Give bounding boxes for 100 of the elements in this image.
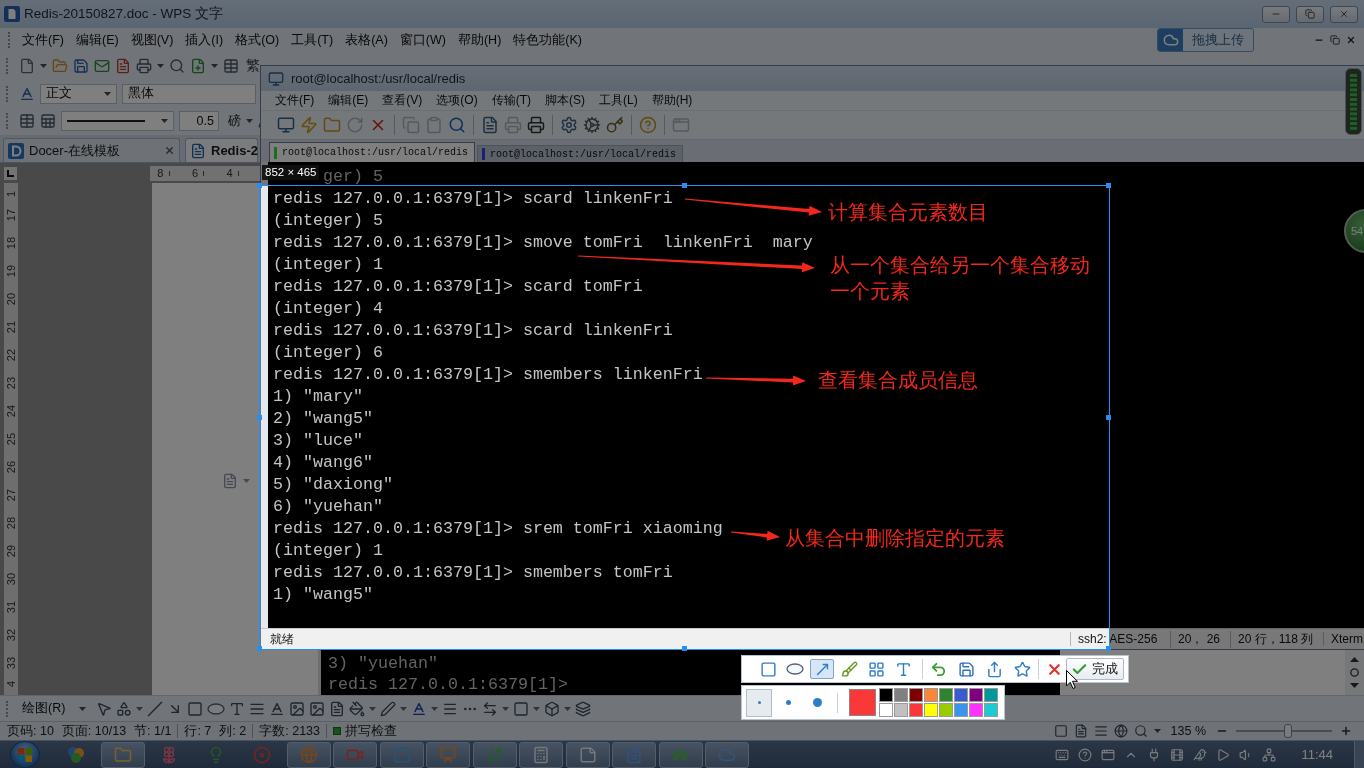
document-tab[interactable]: Redis-2 <box>185 138 258 162</box>
document-plus-icon[interactable] <box>190 58 206 74</box>
swatch-icon[interactable] <box>969 703 983 717</box>
text-icon[interactable] <box>229 700 246 717</box>
tab-stop-icon[interactable] <box>4 166 17 180</box>
table-icon[interactable] <box>19 113 35 129</box>
resize-handle[interactable] <box>1106 414 1111 420</box>
caret-icon[interactable] <box>400 706 408 711</box>
menu-item[interactable]: 帮助(H) <box>644 92 700 109</box>
view-icon[interactable] <box>1053 724 1068 738</box>
taskbar-button[interactable] <box>472 741 517 768</box>
pen-size-button[interactable] <box>746 688 772 717</box>
text-style-icon[interactable] <box>19 85 35 102</box>
folder-icon[interactable] <box>323 116 341 134</box>
menu-item[interactable]: 编辑(E) <box>321 92 376 109</box>
close-icon[interactable] <box>164 145 175 156</box>
line-icon[interactable] <box>147 700 164 717</box>
swatch-icon[interactable] <box>984 703 998 717</box>
arrow-style-icon[interactable] <box>482 700 499 717</box>
menu-item[interactable]: 传输(T) <box>484 92 538 109</box>
caret-icon[interactable] <box>243 479 250 483</box>
caret-icon[interactable] <box>431 706 439 711</box>
shapes-icon[interactable] <box>116 700 133 717</box>
caret-icon[interactable] <box>211 64 218 68</box>
current-swatch-icon[interactable] <box>849 689 876 716</box>
close-icon[interactable] <box>1339 9 1349 19</box>
line-style-dropdown[interactable] <box>61 111 174 131</box>
document-tab[interactable]: Docer-在线模板 <box>3 138 180 162</box>
swatch-icon[interactable] <box>909 688 923 702</box>
close-icon[interactable] <box>1346 35 1356 45</box>
restore-icon[interactable] <box>1305 9 1315 19</box>
save-icon[interactable] <box>958 660 975 678</box>
document-icon[interactable] <box>481 116 499 134</box>
taskbar-button[interactable] <box>379 741 424 768</box>
lightning-icon[interactable] <box>300 116 318 134</box>
document-icon[interactable] <box>329 700 346 717</box>
style-dropdown[interactable]: 正文 <box>40 83 117 104</box>
taskbar-button[interactable] <box>565 741 610 768</box>
caret-icon[interactable] <box>157 64 164 68</box>
swatch-icon[interactable] <box>909 703 923 717</box>
caret-icon[interactable] <box>1153 729 1161 733</box>
caret-icon[interactable] <box>246 119 253 123</box>
swatch-icon[interactable] <box>969 688 983 702</box>
document-icon[interactable] <box>115 58 131 74</box>
minimize-button[interactable] <box>1262 5 1290 23</box>
image-icon[interactable] <box>309 700 326 717</box>
taskbar-button[interactable] <box>612 741 656 768</box>
menu-item[interactable]: 工具(L) <box>592 92 645 109</box>
caret-icon[interactable] <box>136 706 144 711</box>
font-dropdown[interactable]: 黑体 <box>122 83 256 104</box>
view-icon[interactable] <box>1073 724 1088 738</box>
taskbar-button[interactable] <box>658 741 703 768</box>
caret-icon[interactable] <box>502 706 510 711</box>
swatch-icon[interactable] <box>894 688 908 702</box>
resize-handle[interactable] <box>1106 646 1111 651</box>
search-icon[interactable] <box>169 58 185 74</box>
share-icon[interactable] <box>986 660 1003 678</box>
taskbar-button[interactable] <box>519 741 563 768</box>
toolbar-button[interactable]: 繁 <box>244 57 262 75</box>
network-icon[interactable] <box>1262 747 1277 762</box>
settings-icon[interactable] <box>560 116 578 134</box>
envelope-icon[interactable] <box>94 58 110 74</box>
swatch-icon[interactable] <box>894 703 908 717</box>
drawing-menu-button[interactable]: 绘图(R) <box>18 700 93 717</box>
caret-icon[interactable] <box>40 64 47 68</box>
slider-thumb[interactable] <box>1283 724 1292 738</box>
swatch-icon[interactable] <box>879 688 893 702</box>
paint-bucket-icon[interactable] <box>349 700 366 717</box>
folder-icon[interactable] <box>52 58 68 74</box>
key-icon[interactable] <box>606 116 624 134</box>
view-icon[interactable] <box>1113 724 1128 738</box>
menu-item[interactable]: 文件(F) <box>16 31 70 49</box>
line-width-field[interactable]: 0.5 <box>179 111 219 131</box>
play-icon[interactable] <box>1216 747 1231 762</box>
monitor-icon[interactable] <box>277 116 295 134</box>
menu-item[interactable]: 查看(V) <box>375 92 430 109</box>
resize-handle[interactable] <box>257 646 262 651</box>
view-icon[interactable] <box>1093 724 1108 738</box>
menu-item[interactable]: 脚本(S) <box>538 92 592 109</box>
session-tab[interactable]: root@localhost:/usr/local/redis <box>477 145 684 162</box>
start-button[interactable] <box>10 741 40 768</box>
film-icon[interactable] <box>1170 747 1185 762</box>
caret-icon[interactable] <box>564 706 572 711</box>
menu-item[interactable]: 视图(V) <box>124 31 180 49</box>
done-button[interactable]: 完成 <box>1066 658 1124 680</box>
view-icon[interactable] <box>1133 724 1148 738</box>
taskbar-button[interactable] <box>705 741 749 768</box>
menu-item[interactable]: 窗口(W) <box>393 31 452 49</box>
undo-icon[interactable] <box>930 660 947 678</box>
square-icon[interactable] <box>513 700 530 717</box>
star-icon[interactable] <box>1014 660 1031 678</box>
swatch-icon[interactable] <box>954 703 968 717</box>
keyboard-icon[interactable] <box>1055 747 1070 762</box>
swatch-icon[interactable] <box>954 688 968 702</box>
menu-item[interactable]: 编辑(E) <box>69 31 125 49</box>
taskbar-button[interactable] <box>426 741 470 768</box>
caret-icon[interactable] <box>161 119 168 123</box>
caret-icon[interactable] <box>104 91 111 96</box>
zoom-in-icon[interactable] <box>1340 725 1352 737</box>
close-button[interactable] <box>1330 5 1358 23</box>
